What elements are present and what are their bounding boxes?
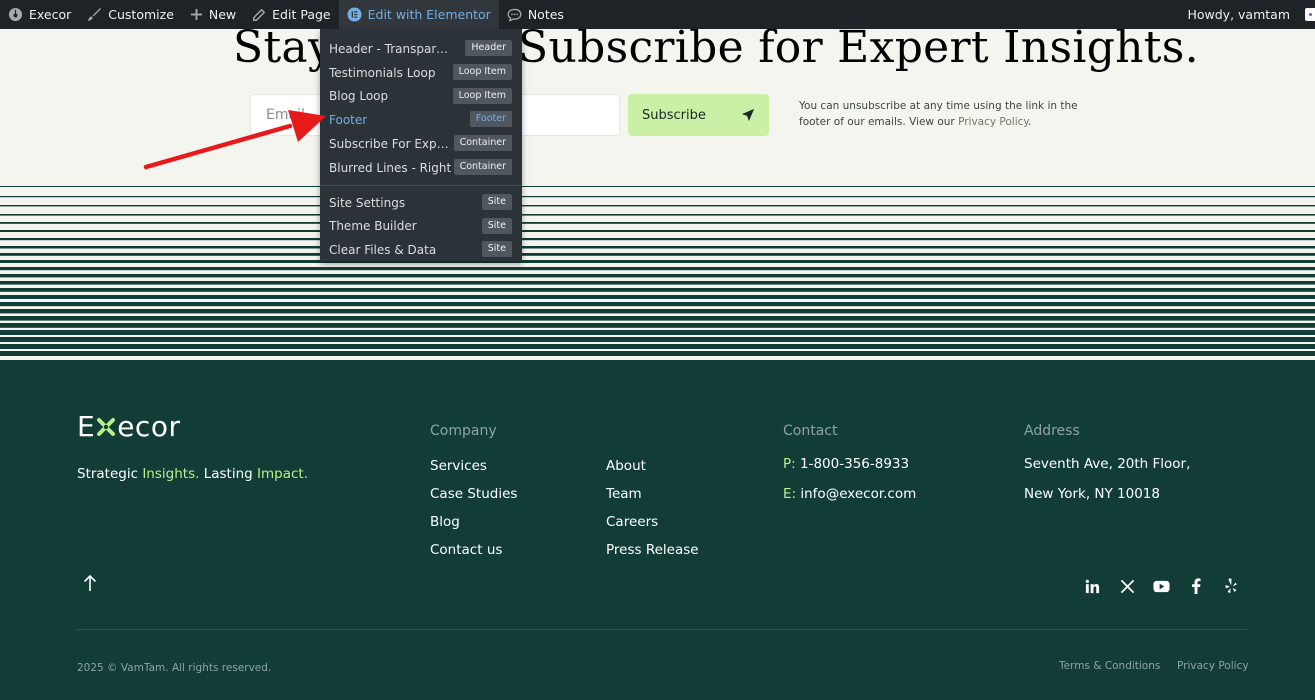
- admin-customize-label: Customize: [108, 7, 174, 22]
- footer-link-team[interactable]: Team: [606, 486, 642, 502]
- privacy-policy-footer-link[interactable]: Privacy Policy: [1177, 660, 1249, 672]
- admin-notes-label: Notes: [527, 7, 564, 22]
- contact-phone[interactable]: P: 1-800-356-8933: [783, 456, 909, 472]
- footer-tagline: Strategic Insights. Lasting Impact.: [77, 466, 308, 482]
- menu-item-tag: Loop Item: [452, 63, 512, 80]
- logo-text-start: E: [77, 410, 96, 443]
- email-prefix: E:: [783, 486, 797, 502]
- admin-edit-with-elementor-label: Edit with Elementor: [367, 7, 491, 22]
- admin-site-name[interactable]: Execor: [0, 0, 79, 29]
- menu-item-tag: Site: [481, 241, 512, 258]
- site-footer: E ecor Strategic Insights. Lasting Impac…: [0, 360, 1315, 700]
- footer-link-blog[interactable]: Blog: [430, 514, 460, 530]
- admin-new-label: New: [208, 7, 237, 22]
- footer-link-case-studies[interactable]: Case Studies: [430, 486, 517, 502]
- footer-link-careers[interactable]: Careers: [606, 514, 658, 530]
- menu-item-blurred-lines[interactable]: Blurred Lines - Right Container: [320, 156, 522, 180]
- privacy-policy-link[interactable]: Privacy Policy: [958, 116, 1028, 128]
- admin-bar: Execor Customize New Edit Page Edit with…: [0, 0, 1315, 29]
- admin-customize[interactable]: Customize: [79, 0, 182, 29]
- dashboard-icon: [8, 7, 23, 22]
- menu-item-tag: Site: [481, 217, 512, 234]
- menu-item-label: Clear Files & Data: [329, 243, 437, 258]
- admin-edit-with-elementor[interactable]: Edit with Elementor: [338, 0, 499, 29]
- logo-x-mark-icon: [97, 417, 116, 436]
- footer-link-about[interactable]: About: [606, 458, 646, 474]
- subscribe-button[interactable]: Subscribe: [628, 94, 769, 136]
- menu-item-tag: Loop Item: [452, 87, 512, 104]
- menu-item-testimonials-loop[interactable]: Testimonials Loop Loop Item: [320, 61, 522, 85]
- menu-item-blog-loop[interactable]: Blog Loop Loop Item: [320, 85, 522, 109]
- menu-item-subscribe-container[interactable]: Subscribe For Expert InsightsContainer: [320, 132, 522, 156]
- admin-edit-page[interactable]: Edit Page: [244, 0, 338, 29]
- footer-link-contact-us[interactable]: Contact us: [430, 542, 502, 558]
- admin-new[interactable]: New: [182, 0, 244, 29]
- avatar[interactable]: [1305, 8, 1315, 21]
- menu-item-footer[interactable]: Footer Footer: [320, 108, 522, 132]
- terms-link[interactable]: Terms & Conditions: [1059, 660, 1160, 672]
- menu-item-label: Footer: [329, 113, 368, 128]
- menu-item-tag: Container: [453, 158, 512, 175]
- elementor-dropdown-menu: Header - Transparent Header Testimonials …: [320, 29, 522, 261]
- admin-howdy-label: Howdy, vamtam: [1187, 7, 1290, 22]
- footer-divider: [77, 629, 1247, 630]
- phone-number: 1-800-356-8933: [800, 456, 910, 472]
- logo-text-end: ecor: [117, 410, 181, 443]
- unsubscribe-disclaimer: You can unsubscribe at any time using th…: [799, 98, 1089, 130]
- address-line-2: New York, NY 10018: [1024, 486, 1160, 502]
- menu-item-label: Theme Builder: [329, 219, 417, 234]
- arrow-up-icon[interactable]: [82, 574, 98, 592]
- menu-item-header-transparent[interactable]: Header - Transparent Header: [320, 37, 522, 61]
- contact-heading: Contact: [783, 423, 838, 439]
- pencil-icon: [253, 8, 266, 21]
- menu-item-label: Blog Loop: [329, 89, 389, 104]
- menu-item-clear-files[interactable]: Clear Files & Data Site: [320, 238, 522, 262]
- disclaimer-text: You can unsubscribe at any time using th…: [799, 100, 1078, 128]
- address-heading: Address: [1024, 423, 1080, 439]
- email-address: info@execor.com: [800, 486, 917, 502]
- footer-link-press-release[interactable]: Press Release: [606, 542, 699, 558]
- menu-item-tag: Site: [481, 193, 512, 210]
- menu-item-label: Subscribe For Expert Insights: [329, 137, 451, 152]
- menu-divider: [320, 184, 522, 186]
- elementor-icon: [347, 7, 362, 22]
- tagline-highlight: Impact.: [257, 466, 308, 482]
- phone-prefix: P:: [783, 456, 796, 472]
- menu-item-label: Blurred Lines - Right: [329, 160, 452, 175]
- subscribe-button-label: Subscribe: [642, 107, 706, 123]
- tagline-part: Strategic: [77, 466, 143, 482]
- decorative-stripes: [0, 186, 1315, 356]
- tagline-part: Lasting: [199, 466, 257, 482]
- tagline-highlight: Insights.: [142, 466, 200, 482]
- brush-icon: [88, 7, 102, 22]
- contact-email[interactable]: E: info@execor.com: [783, 486, 916, 502]
- menu-item-theme-builder[interactable]: Theme Builder Site: [320, 215, 522, 239]
- plus-icon: [190, 8, 202, 21]
- company-heading: Company: [430, 423, 497, 439]
- menu-item-tag: Footer: [469, 111, 512, 128]
- menu-item-label: Site Settings: [329, 195, 406, 210]
- address-line-1: Seventh Ave, 20th Floor,: [1024, 456, 1191, 472]
- admin-howdy-account[interactable]: Howdy, vamtam: [1179, 0, 1298, 29]
- menu-item-tag: Header: [465, 40, 512, 56]
- footer-logo[interactable]: E ecor: [77, 410, 180, 443]
- menu-item-label: Testimonials Loop: [329, 65, 436, 80]
- menu-item-site-settings[interactable]: Site Settings Site: [320, 191, 522, 215]
- x-icon[interactable]: [1118, 577, 1136, 595]
- admin-site-name-label: Execor: [29, 7, 72, 22]
- copyright-text: 2025 © VamTam. All rights reserved.: [77, 662, 272, 674]
- facebook-icon[interactable]: [1187, 577, 1205, 595]
- admin-notes[interactable]: Notes: [499, 0, 572, 29]
- speech-bubble-icon: [507, 8, 522, 22]
- youtube-icon[interactable]: [1152, 577, 1170, 595]
- admin-edit-page-label: Edit Page: [272, 7, 331, 22]
- send-icon: [741, 108, 755, 122]
- disclaimer-end: .: [1028, 116, 1032, 128]
- footer-link-services[interactable]: Services: [430, 458, 487, 474]
- menu-item-tag: Container: [453, 135, 512, 152]
- menu-item-label: Header - Transparent: [329, 41, 451, 56]
- linkedin-icon[interactable]: [1083, 577, 1101, 595]
- yelp-icon[interactable]: [1222, 577, 1240, 595]
